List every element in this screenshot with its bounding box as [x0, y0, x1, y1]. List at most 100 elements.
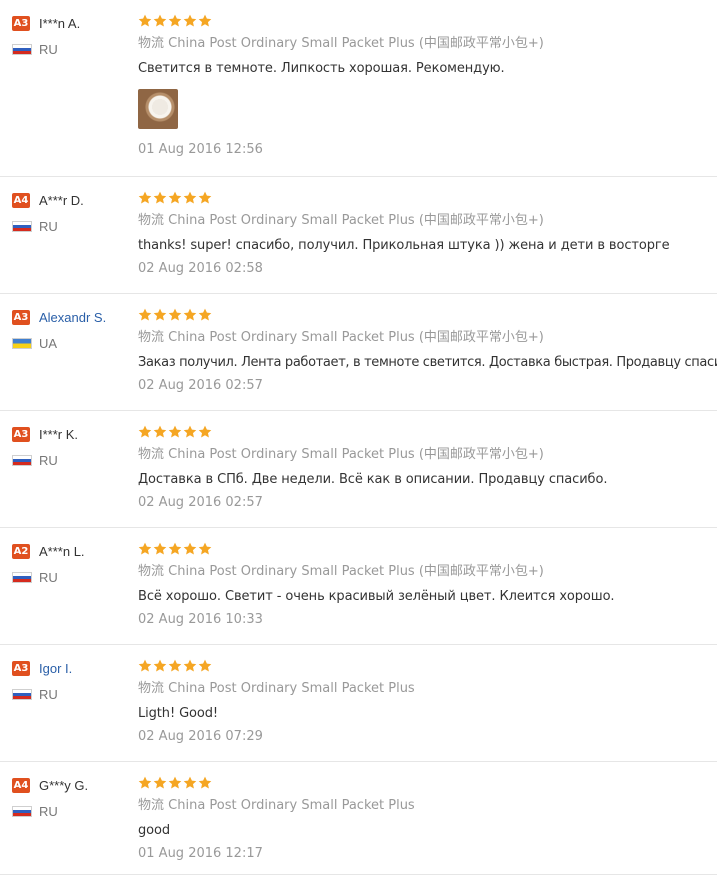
shipping-method: 物流 China Post Ordinary Small Packet Plus… [138, 446, 717, 464]
review-content: 物流 China Post Ordinary Small Packet Plus… [138, 423, 717, 512]
buyer-name: I***n A. [39, 15, 81, 31]
shipping-label: 物流 [138, 213, 165, 228]
ru-flag-icon [12, 43, 32, 55]
review-content: 物流 China Post Ordinary Small Packet Plus… [138, 540, 717, 629]
star-rating [138, 189, 717, 207]
review-date: 02 Aug 2016 02:57 [138, 378, 263, 393]
review-item: A4 A***r D. RU 物流 China Post Ordinary Sm… [0, 177, 717, 294]
shipping-method: 物流 China Post Ordinary Small Packet Plus [138, 680, 717, 698]
feedback-text: Светится в темноте. Липкость хорошая. Ре… [138, 61, 505, 76]
star-icon [198, 776, 212, 790]
buyer-level-badge: A4 [12, 192, 30, 208]
buyer-level-badge: A3 [12, 660, 30, 676]
buyer-name: I***r K. [39, 426, 79, 442]
shipping-method: 物流 China Post Ordinary Small Packet Plus… [138, 563, 717, 581]
ru-flag-icon [12, 688, 32, 700]
buyer-country: UA [39, 335, 58, 351]
buyer-level-badge: A3 [12, 426, 30, 442]
buyer-level-badge: A4 [12, 777, 30, 793]
star-icon [183, 308, 197, 322]
shipping-method-text: China Post Ordinary Small Packet Plus (中… [168, 330, 544, 345]
shipping-method: 物流 China Post Ordinary Small Packet Plus… [138, 35, 717, 53]
star-icon [168, 776, 182, 790]
review-date: 02 Aug 2016 07:29 [138, 729, 263, 744]
ru-flag-icon [12, 454, 32, 466]
buyer-info: A3 I***n A. RU [12, 14, 132, 57]
star-icon [168, 191, 182, 205]
feedback-text: Всё хорошо. Светит - очень красивый зелё… [138, 589, 615, 604]
buyer-info: A2 A***n L. RU [12, 542, 132, 585]
buyer-level-badge: A3 [12, 309, 30, 325]
buyer-info: A3 Alexandr S. UA [12, 308, 132, 351]
star-icon [153, 425, 167, 439]
ru-flag-icon [12, 220, 32, 232]
star-icon [138, 776, 152, 790]
star-icon [183, 776, 197, 790]
review-content: 物流 China Post Ordinary Small Packet Plus… [138, 12, 717, 159]
buyer-name-link[interactable]: Alexandr S. [39, 310, 106, 325]
review-date: 02 Aug 2016 10:33 [138, 612, 263, 627]
review-content: 物流 China Post Ordinary Small Packet Plus… [138, 774, 717, 863]
shipping-label: 物流 [138, 564, 165, 579]
shipping-label: 物流 [138, 330, 165, 345]
buyer-country: RU [39, 452, 58, 468]
buyer-info: A3 I***r K. RU [12, 425, 132, 468]
star-icon [138, 425, 152, 439]
star-icon [138, 542, 152, 556]
star-rating [138, 774, 717, 792]
star-icon [168, 542, 182, 556]
buyer-country: RU [39, 686, 58, 702]
feedback-text: thanks! super! спасибо, получил. Приколь… [138, 238, 670, 253]
shipping-method: 物流 China Post Ordinary Small Packet Plus… [138, 329, 717, 347]
buyer-name: A***r D. [39, 192, 84, 208]
review-date: 01 Aug 2016 12:56 [138, 142, 263, 157]
review-content: 物流 China Post Ordinary Small Packet Plus… [138, 189, 717, 278]
star-icon [153, 14, 167, 28]
feedback-text: Доставка в СПб. Две недели. Всё как в оп… [138, 472, 608, 487]
review-item: A3 I***r K. RU 物流 China Post Ordinary Sm… [0, 411, 717, 528]
star-icon [168, 14, 182, 28]
buyer-name: A***n L. [39, 543, 85, 559]
star-rating [138, 540, 717, 558]
buyer-level-badge: A3 [12, 15, 30, 31]
star-icon [153, 308, 167, 322]
review-item: A3 Igor I. RU 物流 China Post Ordinary Sma… [0, 645, 717, 762]
buyer-name: G***y G. [39, 777, 89, 793]
buyer-info: A3 Igor I. RU [12, 659, 132, 702]
review-content: 物流 China Post Ordinary Small Packet Plus… [138, 306, 717, 395]
ua-flag-icon [12, 337, 32, 349]
star-icon [138, 659, 152, 673]
buyer-level-badge: A2 [12, 543, 30, 559]
buyer-country: RU [39, 569, 58, 585]
star-icon [183, 542, 197, 556]
shipping-label: 物流 [138, 36, 165, 51]
star-icon [198, 542, 212, 556]
feedback-text: good [138, 823, 171, 838]
star-icon [198, 308, 212, 322]
review-date: 01 Aug 2016 12:17 [138, 846, 263, 861]
buyer-country: RU [39, 41, 58, 57]
shipping-method-text: China Post Ordinary Small Packet Plus (中… [168, 564, 544, 579]
shipping-label: 物流 [138, 681, 165, 696]
star-icon [168, 425, 182, 439]
star-rating [138, 306, 717, 324]
ru-flag-icon [12, 805, 32, 817]
review-item: A2 A***n L. RU 物流 China Post Ordinary Sm… [0, 528, 717, 645]
star-rating [138, 423, 717, 441]
star-icon [138, 191, 152, 205]
shipping-label: 物流 [138, 798, 165, 813]
buyer-name-link[interactable]: Igor I. [39, 661, 72, 676]
review-photo-thumbnail[interactable] [138, 89, 178, 129]
star-rating [138, 12, 717, 30]
star-icon [138, 308, 152, 322]
buyer-country: RU [39, 218, 58, 234]
star-icon [153, 776, 167, 790]
buyer-info: A4 G***y G. RU [12, 776, 132, 819]
shipping-method: 物流 China Post Ordinary Small Packet Plus [138, 797, 717, 815]
star-icon [153, 191, 167, 205]
review-item: A3 I***n A. RU 物流 China Post Ordinary Sm… [0, 0, 717, 177]
shipping-method-text: China Post Ordinary Small Packet Plus (中… [168, 213, 544, 228]
shipping-method-text: China Post Ordinary Small Packet Plus [168, 681, 415, 696]
star-icon [183, 14, 197, 28]
review-date: 02 Aug 2016 02:57 [138, 495, 263, 510]
